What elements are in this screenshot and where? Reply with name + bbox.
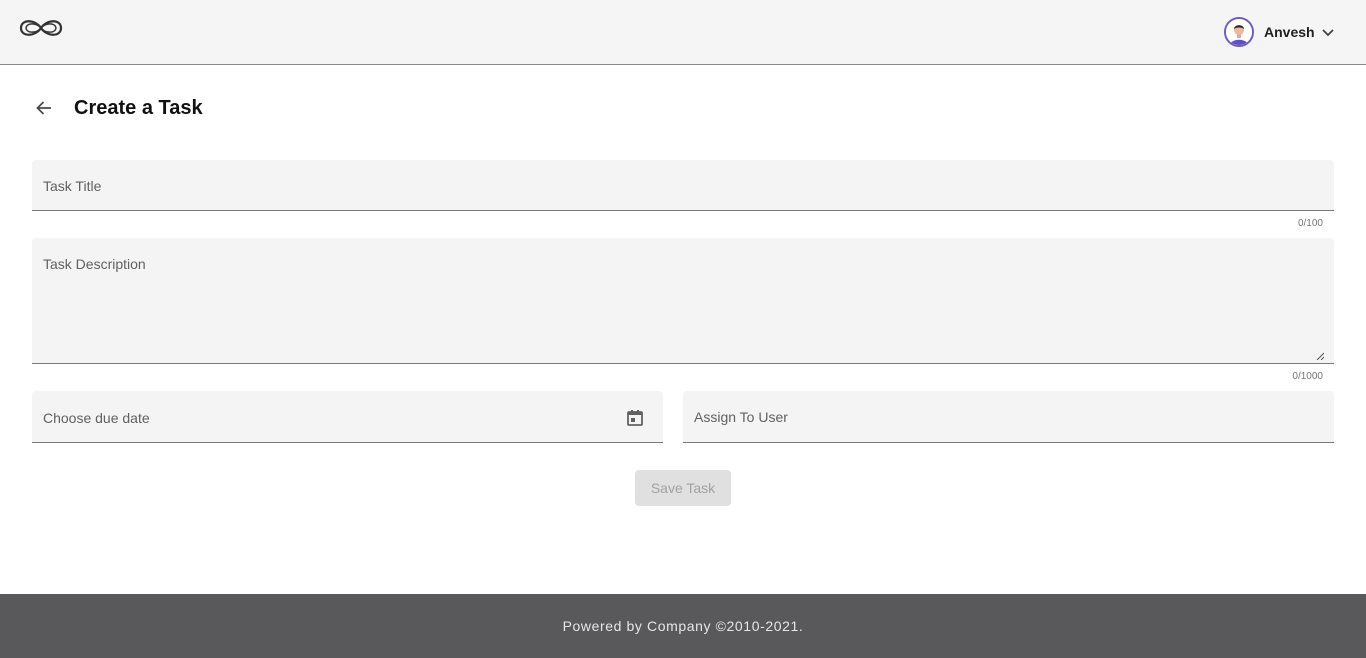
page-footer: Powered by Company ©2010-2021.: [0, 594, 1366, 658]
resize-handle-icon[interactable]: [1316, 347, 1325, 361]
footer-text: Powered by Company ©2010-2021.: [562, 618, 804, 634]
page-title: Create a Task: [74, 96, 203, 119]
task-title-counter: 0/100: [1297, 218, 1323, 229]
task-title-input[interactable]: Task Title: [32, 160, 1334, 211]
user-name[interactable]: Anvesh: [1264, 24, 1315, 40]
assign-user-select[interactable]: Assign To User: [683, 391, 1334, 443]
task-description-label: Task Description: [43, 256, 146, 272]
task-title-label: Task Title: [43, 178, 102, 194]
app-header: Anvesh: [0, 0, 1366, 65]
page-header: Create a Task: [32, 92, 203, 124]
arrow-back-icon[interactable]: [32, 96, 56, 120]
calendar-icon[interactable]: [626, 409, 644, 427]
due-date-label: Choose due date: [43, 410, 150, 426]
task-description-input[interactable]: Task Description: [32, 238, 1334, 364]
assign-user-label: Assign To User: [694, 409, 788, 425]
chevron-down-icon[interactable]: [1321, 25, 1335, 39]
save-task-button[interactable]: Save Task: [635, 470, 731, 506]
user-avatar-icon[interactable]: [1224, 17, 1254, 47]
task-description-counter: 0/1000: [1292, 371, 1323, 382]
due-date-input[interactable]: Choose due date: [32, 391, 663, 443]
infinity-logo-icon[interactable]: [17, 14, 65, 42]
user-menu[interactable]: Anvesh: [1224, 17, 1335, 47]
